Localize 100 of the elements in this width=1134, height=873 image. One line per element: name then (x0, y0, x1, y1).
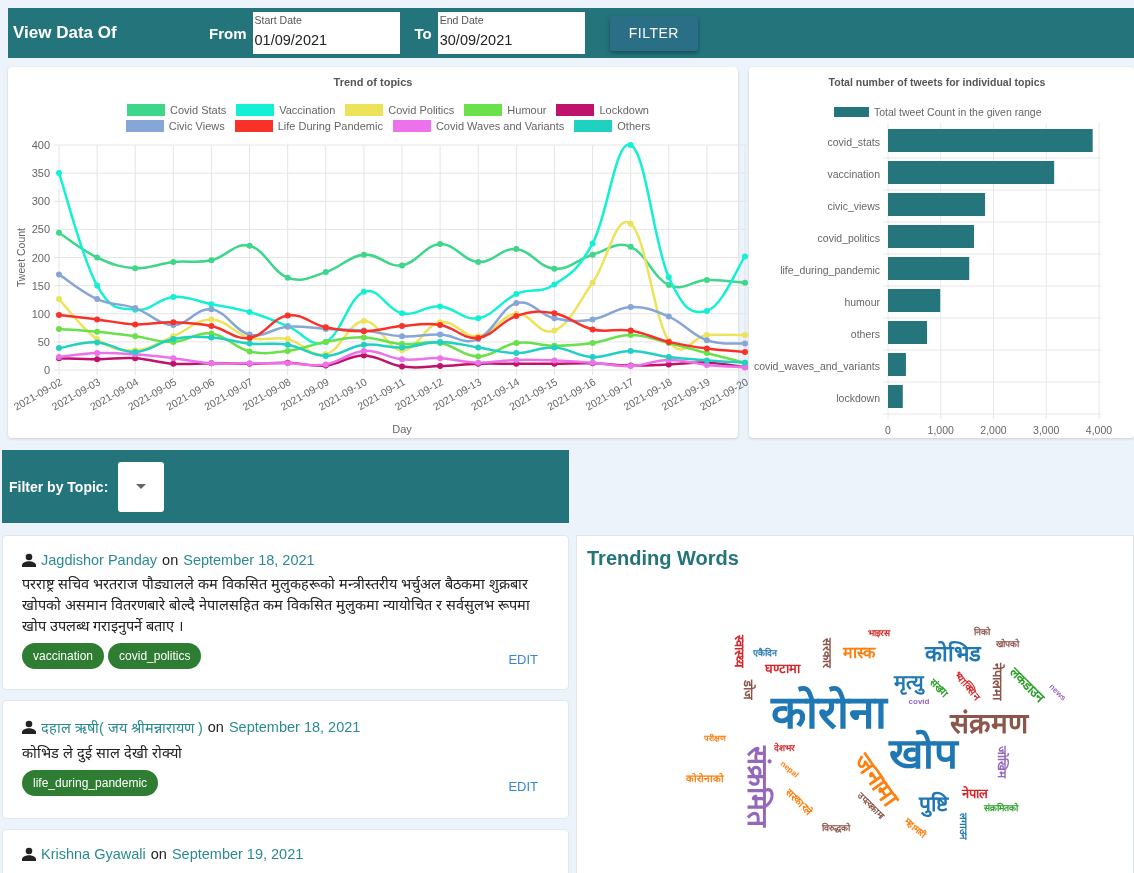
legend-label: Covid Politics (388, 104, 455, 116)
cloud-word: खोपको (995, 637, 1019, 651)
data-point (513, 340, 520, 346)
bar (888, 353, 906, 376)
data-point (360, 251, 367, 258)
legend-item[interactable]: Vaccination (236, 104, 336, 116)
axis-tick-label: covid_waves_and_variants (753, 360, 880, 372)
data-point (399, 333, 405, 340)
point (589, 354, 596, 361)
data-point (94, 356, 101, 363)
person-icon (22, 720, 36, 734)
legend-label: Others (617, 120, 651, 132)
axis-tick-label: 350 (31, 167, 50, 180)
data-point (742, 279, 748, 286)
topic-tag: life_during_pandemic (22, 770, 159, 796)
axis-tick-label: 3,000 (1033, 424, 1060, 436)
end-date-field[interactable]: End Date 30/09/2021 (437, 12, 585, 54)
cloud-word: जोखिम (994, 746, 1011, 778)
section-title: Trending Words (587, 547, 739, 570)
data-point (246, 348, 253, 355)
data-point (437, 303, 444, 310)
cloud-word: संक्रमितको (984, 801, 1018, 815)
filter-button[interactable]: FILTER (609, 15, 698, 51)
point (284, 341, 291, 348)
cloud-word: परीक्षण (704, 733, 726, 745)
legend-item[interactable]: Total tweet Count in the given range (834, 106, 1042, 118)
data-point (208, 316, 215, 323)
data-point (56, 296, 62, 303)
legend-item[interactable]: Life During Pandemic (234, 120, 383, 132)
data-point (360, 318, 367, 325)
legend-label: Lockdown (599, 104, 649, 116)
data-point (246, 242, 253, 249)
data-point (589, 279, 596, 286)
cloud-word: निको (974, 625, 990, 639)
data-point (94, 254, 101, 261)
legend-label: Total tweet Count in the given range (874, 106, 1042, 118)
axis-tick-label: lockdown (836, 392, 880, 404)
data-point (703, 332, 710, 339)
legend-item[interactable]: Covid Waves and Variants (392, 120, 565, 132)
data-point (551, 315, 558, 322)
author-link[interactable]: Krishna Gyawali (41, 846, 146, 862)
data-point (437, 241, 444, 247)
data-point (589, 251, 596, 258)
data-point (56, 229, 62, 236)
legend-label: Covid Stats (169, 104, 227, 116)
axis-tick-label: 4,000 (1085, 424, 1113, 436)
cloud-word: मास्क (843, 643, 875, 664)
data-point (742, 349, 748, 355)
legend-label: Humour (507, 104, 547, 116)
legend-label: Life During Pandemic (277, 120, 383, 132)
data-point (627, 347, 634, 354)
legend-item[interactable]: Civic Views (125, 120, 225, 132)
cloud-word: भाइरस (868, 626, 890, 640)
chart-title: Trend of topics (333, 76, 413, 88)
legend-item[interactable]: Lockdown (556, 104, 649, 116)
data-point (322, 269, 329, 276)
legend-item[interactable]: Humour (464, 104, 547, 116)
data-point (703, 277, 710, 283)
data-point (399, 262, 405, 269)
cloud-word: covid (908, 696, 930, 708)
post-date[interactable]: September 18, 2021 (183, 552, 315, 568)
axis-tick-label: 100 (31, 307, 50, 320)
data-point (284, 312, 291, 319)
author-link[interactable]: Jagdishor Panday (41, 552, 158, 568)
data-point (360, 288, 367, 295)
person-icon (22, 847, 36, 861)
post-text: परराष्ट्र सचिव भरतराज पौड्यालले कम विकसित मुलुकहरूको मन्त्रीस्तरीय भर्चुअल बैठकमा शुक्रबार खोपको असमान वितरणबारे बोल्दै नेपालसहित कम विकसित मुलुकमा न्यायोचित र सर्वसुलभ रूपमा खोप उपलब्ध गराइनुपर्ने बताए । (22, 575, 532, 637)
edit-link[interactable]: EDIT (508, 651, 538, 667)
data-point (589, 240, 596, 247)
date-prefix: on (150, 846, 167, 862)
point (94, 350, 101, 357)
author-link[interactable]: दहाल ऋषी( जय श्रीमन्नारायण ) (41, 717, 203, 737)
data-point (475, 344, 482, 351)
legend-item[interactable]: Covid Politics (345, 104, 455, 116)
topic-dropdown[interactable] (118, 461, 165, 512)
cloud-word: नेपाल (962, 785, 988, 802)
filter-label: Filter by Topic: (9, 478, 109, 495)
point (208, 334, 215, 341)
data-point (703, 307, 710, 314)
axis-tick-label: 2,000 (980, 424, 1007, 436)
data-point (551, 327, 558, 334)
data-point (703, 350, 710, 357)
caret-icon (136, 484, 147, 489)
data-point (170, 293, 177, 300)
data-point (627, 220, 634, 227)
axis-tick-label: vaccination (827, 168, 880, 180)
edit-link[interactable]: EDIT (508, 778, 538, 794)
cloud-word: कोभिड (925, 640, 981, 669)
cloud-word: डोज (739, 680, 757, 700)
data-point (132, 265, 139, 272)
data-point (208, 257, 215, 264)
data-point (170, 259, 177, 265)
data-point (94, 282, 101, 289)
start-date-field[interactable]: Start Date 01/09/2021 (252, 12, 400, 54)
legend-item[interactable]: Covid Stats (127, 104, 227, 116)
legend-label: Vaccination (279, 104, 336, 116)
post-date[interactable]: September 18, 2021 (228, 719, 361, 735)
axis-tick-label: 400 (31, 139, 50, 151)
data-point (246, 309, 253, 316)
post-date[interactable]: September 19, 2021 (171, 846, 304, 862)
